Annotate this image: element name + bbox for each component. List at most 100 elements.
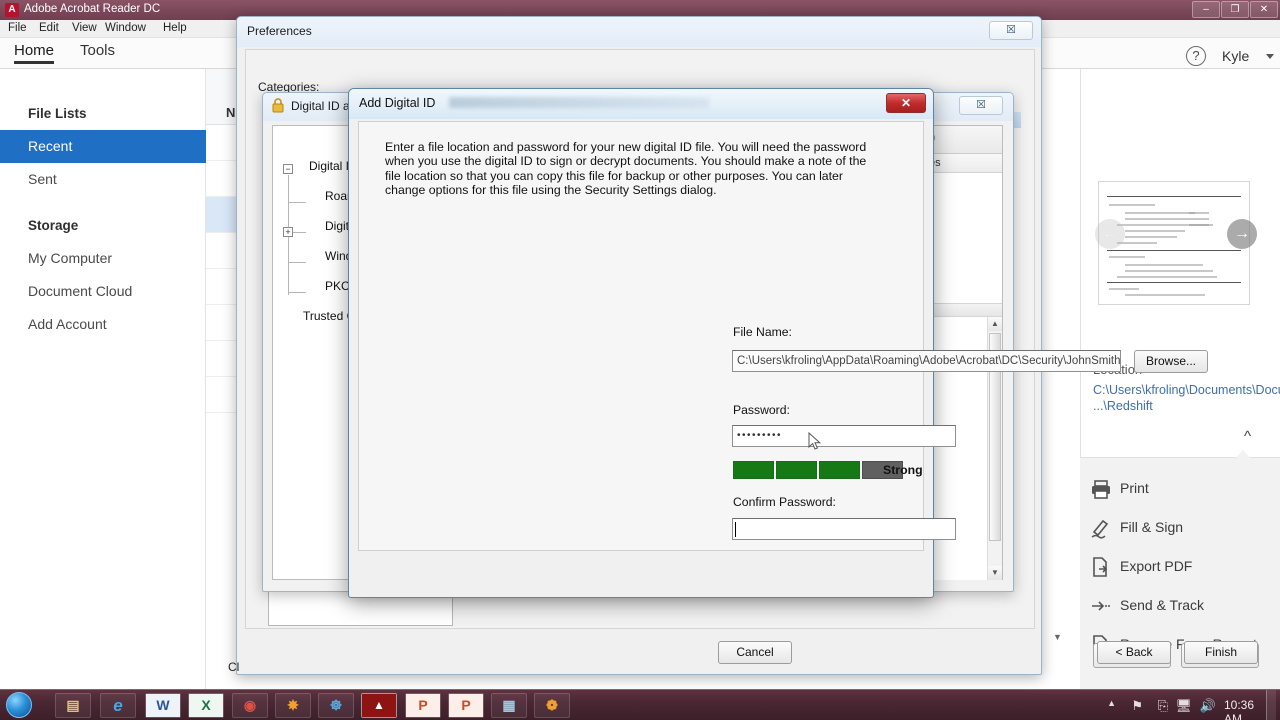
- taskbar-word[interactable]: W: [145, 693, 181, 718]
- powerpoint-icon: P: [406, 694, 440, 717]
- confirm-password-input[interactable]: [732, 518, 956, 540]
- send-arrow-icon: [1090, 595, 1112, 617]
- volume-icon[interactable]: 🔊: [1200, 698, 1216, 714]
- menu-item-edit[interactable]: Edit: [39, 22, 59, 34]
- mouse-cursor: [808, 431, 822, 452]
- tool-print[interactable]: Print: [1080, 470, 1280, 509]
- scroll-down-icon[interactable]: ▼: [988, 566, 1002, 580]
- tool-label: Print: [1120, 480, 1149, 496]
- maximize-button[interactable]: ❐: [1221, 1, 1249, 18]
- add-digital-id-titlebar: Add Digital ID ✕: [349, 89, 933, 119]
- preferences-titlebar: Preferences ☒: [237, 17, 1041, 47]
- tool-label: Send & Track: [1120, 597, 1205, 613]
- menu-item-view[interactable]: View: [72, 22, 97, 34]
- clock[interactable]: 10:36 AM: [1224, 698, 1254, 720]
- help-icon[interactable]: ?: [1186, 46, 1206, 66]
- preferences-title: Preferences: [247, 24, 312, 38]
- tool-label: Export PDF: [1120, 558, 1193, 574]
- sidebar-item-sent[interactable]: Sent: [0, 163, 206, 196]
- printer-icon: [1090, 478, 1112, 500]
- password-input[interactable]: •••••••••: [732, 425, 956, 447]
- tool-export-pdf[interactable]: Export PDF: [1080, 548, 1280, 587]
- show-desktop-button[interactable]: [1266, 690, 1276, 720]
- start-button[interactable]: [6, 692, 32, 718]
- calculator-icon: ▦: [502, 697, 516, 713]
- sidebar: File Lists Recent Sent Storage My Comput…: [0, 69, 206, 689]
- file-name-label: File Name:: [733, 325, 792, 339]
- tree-expand-icon[interactable]: +: [283, 227, 293, 237]
- password-label: Password:: [733, 403, 790, 417]
- taskbar-calculator[interactable]: ▦: [491, 693, 527, 718]
- action-center-icon[interactable]: ⎘: [1158, 698, 1168, 714]
- add-digital-id-close-button[interactable]: ✕: [886, 93, 926, 113]
- window-controls[interactable]: – ❐ ✕: [1192, 1, 1278, 18]
- text-caret: [735, 522, 736, 537]
- sidebar-item-document-cloud[interactable]: Document Cloud: [0, 275, 206, 308]
- tool-label: Fill & Sign: [1120, 519, 1184, 535]
- thumbnail-prev-icon[interactable]: ←: [1095, 219, 1125, 249]
- app-flower-icon: ❁: [546, 697, 558, 713]
- taskbar-app-flower[interactable]: ❁: [534, 693, 570, 718]
- taskbar-chrome[interactable]: ◉: [232, 693, 268, 718]
- sidebar-heading-file-lists: File Lists: [28, 106, 87, 121]
- add-digital-id-body: Enter a file location and password for y…: [358, 121, 924, 551]
- tray-expand-icon[interactable]: ▲: [1107, 698, 1116, 708]
- user-menu-label[interactable]: Kyle: [1222, 48, 1249, 64]
- export-pdf-icon: [1090, 556, 1112, 578]
- finish-button[interactable]: Finish: [1184, 641, 1258, 664]
- taskbar-internet-explorer[interactable]: e: [100, 693, 136, 718]
- tree-collapse-icon[interactable]: −: [283, 164, 293, 174]
- taskbar-acrobat[interactable]: ▲: [361, 693, 397, 718]
- taskbar-powerpoint-2[interactable]: P: [448, 693, 484, 718]
- tool-send-and-track[interactable]: Send & Track: [1080, 587, 1280, 626]
- preferences-close-button[interactable]: ☒: [989, 21, 1033, 40]
- flag-icon[interactable]: ⚑: [1131, 698, 1143, 714]
- scroll-down-icon[interactable]: ▼: [1053, 632, 1062, 642]
- menu-item-file[interactable]: File: [8, 22, 27, 34]
- screen: A Adobe Acrobat Reader DC – ❐ ✕ File Edi…: [0, 0, 1280, 720]
- preferences-clipped-label: Cl: [228, 660, 240, 674]
- word-icon: W: [146, 694, 180, 717]
- thumbnail-next-icon[interactable]: →: [1227, 219, 1257, 249]
- powerpoint2-icon: P: [449, 694, 483, 717]
- tool-fill-and-sign[interactable]: Fill & Sign: [1080, 509, 1280, 548]
- taskbar: ▤ e W X ◉ ✸ ☸ ▲ P P ▦ ❁ ▲ ⚑ ⎘ 🖥 🔊 10:36 …: [0, 689, 1280, 720]
- cancel-button[interactable]: Cancel: [718, 641, 792, 664]
- sidebar-item-my-computer[interactable]: My Computer: [0, 242, 206, 275]
- file-list-column-name: N: [226, 105, 236, 120]
- sidebar-item-recent[interactable]: Recent: [0, 130, 206, 163]
- taskbar-app-gear[interactable]: ✸: [275, 693, 311, 718]
- excel-icon: X: [189, 694, 223, 717]
- tab-tools[interactable]: Tools: [80, 42, 115, 59]
- chevron-down-icon[interactable]: [1266, 54, 1274, 59]
- add-digital-id-title: Add Digital ID: [359, 96, 436, 110]
- digital-id-close-button[interactable]: ☒: [959, 96, 1003, 115]
- lock-icon: [271, 97, 285, 113]
- file-name-input[interactable]: C:\Users\kfroling\AppData\Roaming\Adobe\…: [732, 350, 1121, 372]
- menu-item-window[interactable]: Window: [105, 22, 146, 34]
- file-explorer-icon: ▤: [66, 697, 80, 713]
- scroll-up-icon[interactable]: ▲: [988, 317, 1002, 331]
- taskbar-excel[interactable]: X: [188, 693, 224, 718]
- taskbar-file-explorer[interactable]: ▤: [55, 693, 91, 718]
- menu-item-help[interactable]: Help: [163, 22, 187, 34]
- strength-segment-2: [776, 461, 817, 479]
- app-globe-icon: ☸: [329, 697, 343, 713]
- strength-segment-3: [819, 461, 860, 479]
- titlebar-ghost-text: [449, 97, 709, 108]
- confirm-password-label: Confirm Password:: [733, 495, 836, 509]
- network-icon[interactable]: 🖥: [1175, 698, 1192, 714]
- pen-icon: [1090, 517, 1112, 539]
- taskbar-powerpoint[interactable]: P: [405, 693, 441, 718]
- back-button[interactable]: < Back: [1097, 641, 1171, 664]
- chevron-up-icon[interactable]: ^: [1244, 428, 1251, 445]
- password-strength-label: Strong: [883, 463, 923, 477]
- window-title: Adobe Acrobat Reader DC: [24, 3, 161, 15]
- minimize-button[interactable]: –: [1192, 1, 1220, 18]
- close-button[interactable]: ✕: [1250, 1, 1278, 18]
- sidebar-item-add-account[interactable]: Add Account: [0, 308, 206, 341]
- tab-home[interactable]: Home: [14, 42, 55, 64]
- browse-button[interactable]: Browse...: [1134, 350, 1208, 373]
- taskbar-app-globe[interactable]: ☸: [318, 693, 354, 718]
- location-path[interactable]: C:\Users\kfroling\Documents\Documents\Pr…: [1093, 382, 1280, 414]
